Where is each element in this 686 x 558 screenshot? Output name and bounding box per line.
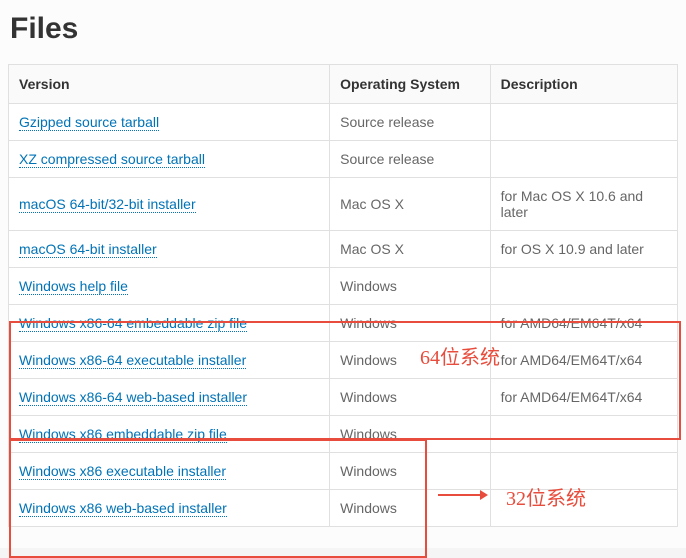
cell-os: Mac OS X <box>330 178 491 231</box>
cell-desc: for Mac OS X 10.6 and later <box>490 178 677 231</box>
table-row: macOS 64-bit installer Mac OS X for OS X… <box>9 231 678 268</box>
download-link[interactable]: Windows x86 executable installer <box>19 463 226 480</box>
table-row: XZ compressed source tarball Source rele… <box>9 141 678 178</box>
cell-desc <box>490 104 677 141</box>
download-link[interactable]: Windows help file <box>19 278 128 295</box>
cell-os: Windows <box>330 268 491 305</box>
page-title: Files <box>8 12 678 46</box>
page-container: Files Version Operating System Descripti… <box>0 0 686 548</box>
download-link[interactable]: macOS 64-bit/32-bit installer <box>19 196 196 213</box>
table-row: Windows x86 executable installer Windows <box>9 453 678 490</box>
cell-desc: for AMD64/EM64T/x64 <box>490 305 677 342</box>
download-link[interactable]: Windows x86-64 executable installer <box>19 352 246 369</box>
cell-desc <box>490 490 677 527</box>
cell-desc: for AMD64/EM64T/x64 <box>490 342 677 379</box>
table-header-row: Version Operating System Description <box>9 65 678 104</box>
table-row: Windows x86-64 web-based installer Windo… <box>9 379 678 416</box>
cell-os: Source release <box>330 104 491 141</box>
download-link[interactable]: macOS 64-bit installer <box>19 241 157 258</box>
files-table: Version Operating System Description Gzi… <box>8 64 678 527</box>
cell-os: Windows <box>330 305 491 342</box>
table-row: Windows x86-64 executable installer Wind… <box>9 342 678 379</box>
cell-os: Source release <box>330 141 491 178</box>
col-header-description: Description <box>490 65 677 104</box>
cell-desc <box>490 416 677 453</box>
cell-os: Windows <box>330 342 491 379</box>
table-row: Windows x86-64 embeddable zip file Windo… <box>9 305 678 342</box>
cell-os: Windows <box>330 453 491 490</box>
table-row: Gzipped source tarball Source release <box>9 104 678 141</box>
cell-desc <box>490 453 677 490</box>
download-link[interactable]: Windows x86-64 embeddable zip file <box>19 315 247 332</box>
table-row: macOS 64-bit/32-bit installer Mac OS X f… <box>9 178 678 231</box>
table-wrapper: Version Operating System Description Gzi… <box>8 64 678 527</box>
table-row: Windows x86 embeddable zip file Windows <box>9 416 678 453</box>
download-link[interactable]: Windows x86-64 web-based installer <box>19 389 247 406</box>
col-header-version: Version <box>9 65 330 104</box>
cell-os: Mac OS X <box>330 231 491 268</box>
download-link[interactable]: Gzipped source tarball <box>19 114 159 131</box>
cell-desc <box>490 141 677 178</box>
cell-os: Windows <box>330 416 491 453</box>
table-row: Windows help file Windows <box>9 268 678 305</box>
table-row: Windows x86 web-based installer Windows <box>9 490 678 527</box>
cell-desc <box>490 268 677 305</box>
cell-os: Windows <box>330 490 491 527</box>
cell-desc: for OS X 10.9 and later <box>490 231 677 268</box>
download-link[interactable]: Windows x86 embeddable zip file <box>19 426 227 443</box>
col-header-os: Operating System <box>330 65 491 104</box>
download-link[interactable]: XZ compressed source tarball <box>19 151 205 168</box>
cell-os: Windows <box>330 379 491 416</box>
cell-desc: for AMD64/EM64T/x64 <box>490 379 677 416</box>
download-link[interactable]: Windows x86 web-based installer <box>19 500 227 517</box>
